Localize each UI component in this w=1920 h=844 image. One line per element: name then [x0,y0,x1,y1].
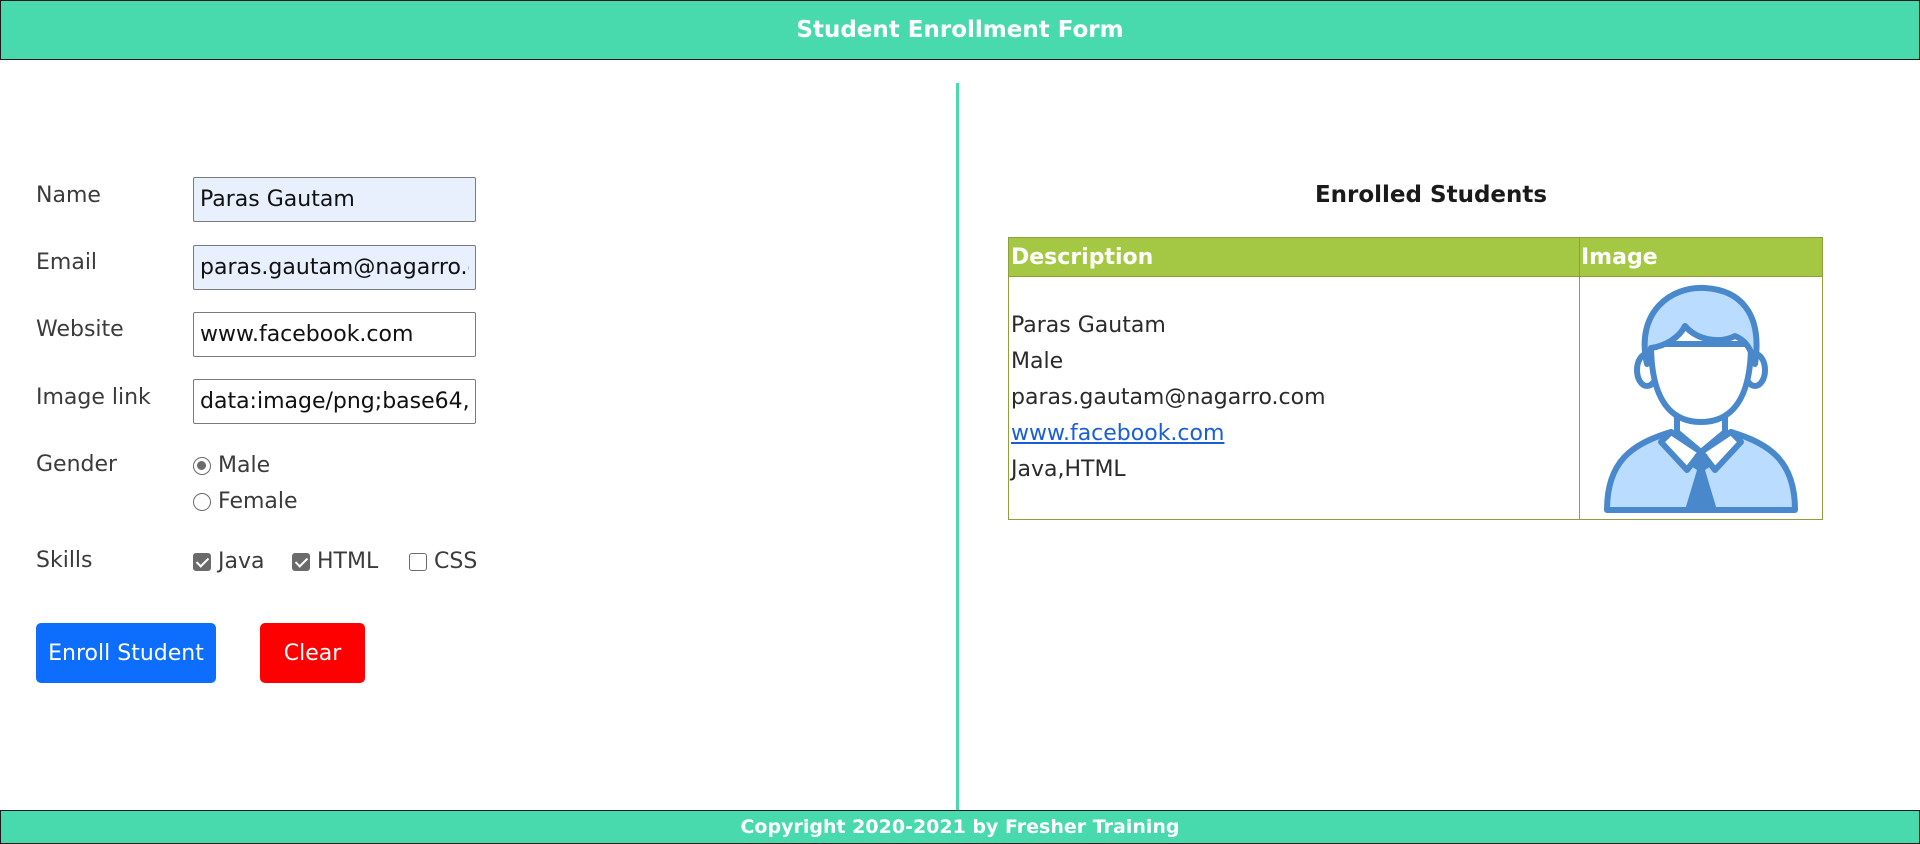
html-label: HTML [317,549,379,574]
image-link-input[interactable] [193,379,476,424]
java-label: Java [218,549,265,574]
page-header: Student Enrollment Form [0,0,1920,60]
student-name: Paras Gautam [1011,313,1166,338]
css-checkbox[interactable] [409,552,427,571]
table-header-row: Description Image [1009,238,1822,277]
image-link-label: Image link [36,385,151,410]
name-input[interactable] [193,177,476,222]
email-label: Email [36,250,98,275]
column-separator [1579,238,1580,519]
skill-option-java[interactable]: Java [193,549,264,574]
page-footer: Copyright 2020-2021 by Fresher Training [0,810,1920,844]
student-gender: Male [1011,349,1064,374]
gender-option-male[interactable]: Male [193,453,270,478]
java-checkbox[interactable] [193,552,211,571]
gender-label: Gender [36,452,118,477]
header-image: Image [1581,245,1658,270]
female-label: Female [218,489,298,514]
enrolled-students-title: Enrolled Students [1314,182,1548,208]
clear-button[interactable]: Clear [260,623,365,683]
page-title: Student Enrollment Form [796,17,1124,43]
vertical-divider [956,83,959,810]
skills-label: Skills [36,548,93,573]
student-email: paras.gautam@nagarro.com [1011,385,1326,410]
male-label: Male [218,453,271,478]
avatar-icon [1604,284,1798,513]
student-website-link[interactable]: www.facebook.com [1011,421,1224,446]
website-input[interactable] [193,312,476,357]
html-checkbox[interactable] [292,552,310,571]
student-skills: Java,HTML [1011,457,1126,482]
male-radio[interactable] [193,456,211,475]
enrolled-students-table: Description Image Paras Gautam Male para… [1008,237,1823,520]
enroll-student-button[interactable]: Enroll Student [36,623,216,683]
css-label: CSS [434,549,478,574]
name-label: Name [36,183,101,208]
skill-option-css[interactable]: CSS [409,549,477,574]
website-label: Website [36,317,124,342]
gender-option-female[interactable]: Female [193,489,298,514]
skill-option-html[interactable]: HTML [292,549,378,574]
female-radio[interactable] [193,492,211,511]
copyright-text: Copyright 2020-2021 by Fresher Training [740,816,1180,838]
email-input[interactable] [193,245,476,290]
header-description: Description [1011,245,1154,270]
